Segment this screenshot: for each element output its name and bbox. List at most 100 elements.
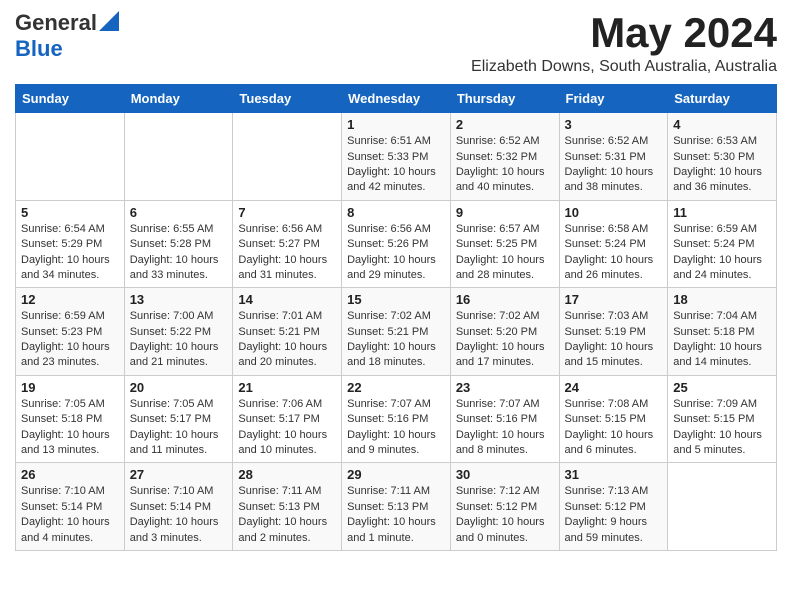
day-number: 19 bbox=[21, 380, 119, 395]
day-cell-20: 20 Sunrise: 7:05 AM Sunset: 5:17 PM Dayli… bbox=[124, 375, 233, 463]
day-number: 8 bbox=[347, 205, 445, 220]
day-number: 2 bbox=[456, 117, 554, 132]
day-info: Sunrise: 6:51 AM Sunset: 5:33 PM Dayligh… bbox=[347, 134, 445, 196]
day-cell-12: 12 Sunrise: 6:59 AM Sunset: 5:23 PM Dayli… bbox=[16, 288, 125, 376]
day-info: Sunrise: 7:03 AM Sunset: 5:19 PM Dayligh… bbox=[565, 309, 663, 371]
day-cell-15: 15Sunrise: 7:02 AM Sunset: 5:21 PM Dayli… bbox=[342, 288, 451, 376]
day-cell-14: 14Sunrise: 7:01 AM Sunset: 5:21 PM Dayli… bbox=[233, 288, 342, 376]
day-number: 4 bbox=[673, 117, 771, 132]
day-number: 13 bbox=[130, 292, 228, 307]
header-day-friday: Friday bbox=[559, 85, 668, 113]
day-cell-23: 23 Sunrise: 7:07 AM Sunset: 5:16 PM Dayli… bbox=[450, 375, 559, 463]
day-cell-19: 19 Sunrise: 7:05 AM Sunset: 5:18 PM Dayli… bbox=[16, 375, 125, 463]
day-number: 11 bbox=[673, 205, 771, 220]
day-cell-31: 31Sunrise: 7:13 AM Sunset: 5:12 PM Dayli… bbox=[559, 463, 668, 551]
logo: General Blue bbox=[15, 10, 119, 62]
day-info: Sunrise: 7:00 AM Sunset: 5:22 PM Dayligh… bbox=[130, 309, 228, 371]
day-cell-1: 1 Sunrise: 6:51 AM Sunset: 5:33 PM Daylig… bbox=[342, 113, 451, 201]
day-number: 24 bbox=[565, 380, 663, 395]
day-info: Sunrise: 7:04 AM Sunset: 5:18 PM Dayligh… bbox=[673, 309, 771, 371]
day-cell-16: 16 Sunrise: 7:02 AM Sunset: 5:20 PM Dayli… bbox=[450, 288, 559, 376]
day-number: 7 bbox=[238, 205, 336, 220]
day-info: Sunrise: 6:56 AM Sunset: 5:27 PM Dayligh… bbox=[238, 222, 336, 284]
week-row-4: 19 Sunrise: 7:05 AM Sunset: 5:18 PM Dayli… bbox=[16, 375, 777, 463]
calendar-table: SundayMondayTuesdayWednesdayThursdayFrid… bbox=[15, 84, 777, 551]
calendar-subtitle: Elizabeth Downs, South Australia, Austra… bbox=[471, 58, 777, 76]
day-info: Sunrise: 6:56 AM Sunset: 5:26 PM Dayligh… bbox=[347, 222, 445, 284]
day-info: Sunrise: 7:06 AM Sunset: 5:17 PM Dayligh… bbox=[238, 397, 336, 459]
day-number: 5 bbox=[21, 205, 119, 220]
day-info: Sunrise: 6:57 AM Sunset: 5:25 PM Dayligh… bbox=[456, 222, 554, 284]
day-number: 9 bbox=[456, 205, 554, 220]
day-cell-24: 24 Sunrise: 7:08 AM Sunset: 5:15 PM Dayli… bbox=[559, 375, 668, 463]
header-day-saturday: Saturday bbox=[668, 85, 777, 113]
day-info: Sunrise: 6:55 AM Sunset: 5:28 PM Dayligh… bbox=[130, 222, 228, 284]
day-info: Sunrise: 7:01 AM Sunset: 5:21 PM Dayligh… bbox=[238, 309, 336, 371]
day-number: 18 bbox=[673, 292, 771, 307]
day-info: Sunrise: 6:52 AM Sunset: 5:32 PM Dayligh… bbox=[456, 134, 554, 196]
day-number: 28 bbox=[238, 467, 336, 482]
day-number: 27 bbox=[130, 467, 228, 482]
day-number: 10 bbox=[565, 205, 663, 220]
day-cell-28: 28 Sunrise: 7:11 AM Sunset: 5:13 PM Dayli… bbox=[233, 463, 342, 551]
day-cell-6: 6 Sunrise: 6:55 AM Sunset: 5:28 PM Daylig… bbox=[124, 200, 233, 288]
day-info: Sunrise: 7:08 AM Sunset: 5:15 PM Dayligh… bbox=[565, 397, 663, 459]
day-cell-10: 10 Sunrise: 6:58 AM Sunset: 5:24 PM Dayli… bbox=[559, 200, 668, 288]
day-number: 21 bbox=[238, 380, 336, 395]
day-number: 25 bbox=[673, 380, 771, 395]
day-cell-9: 9 Sunrise: 6:57 AM Sunset: 5:25 PM Daylig… bbox=[450, 200, 559, 288]
days-header-row: SundayMondayTuesdayWednesdayThursdayFrid… bbox=[16, 85, 777, 113]
day-cell-18: 18 Sunrise: 7:04 AM Sunset: 5:18 PM Dayli… bbox=[668, 288, 777, 376]
day-cell-2: 2 Sunrise: 6:52 AM Sunset: 5:32 PM Daylig… bbox=[450, 113, 559, 201]
day-cell-22: 22Sunrise: 7:07 AM Sunset: 5:16 PM Dayli… bbox=[342, 375, 451, 463]
day-info: Sunrise: 7:05 AM Sunset: 5:17 PM Dayligh… bbox=[130, 397, 228, 459]
week-row-3: 12 Sunrise: 6:59 AM Sunset: 5:23 PM Dayli… bbox=[16, 288, 777, 376]
day-info: Sunrise: 7:05 AM Sunset: 5:18 PM Dayligh… bbox=[21, 397, 119, 459]
day-info: Sunrise: 6:52 AM Sunset: 5:31 PM Dayligh… bbox=[565, 134, 663, 196]
day-number: 15 bbox=[347, 292, 445, 307]
day-info: Sunrise: 7:11 AM Sunset: 5:13 PM Dayligh… bbox=[347, 484, 445, 546]
week-row-1: 1 Sunrise: 6:51 AM Sunset: 5:33 PM Daylig… bbox=[16, 113, 777, 201]
day-info: Sunrise: 6:58 AM Sunset: 5:24 PM Dayligh… bbox=[565, 222, 663, 284]
header-day-tuesday: Tuesday bbox=[233, 85, 342, 113]
day-info: Sunrise: 6:59 AM Sunset: 5:24 PM Dayligh… bbox=[673, 222, 771, 284]
day-info: Sunrise: 7:09 AM Sunset: 5:15 PM Dayligh… bbox=[673, 397, 771, 459]
day-number: 17 bbox=[565, 292, 663, 307]
logo-triangle-icon bbox=[99, 11, 119, 31]
day-cell-5: 5Sunrise: 6:54 AM Sunset: 5:29 PM Daylig… bbox=[16, 200, 125, 288]
day-info: Sunrise: 6:59 AM Sunset: 5:23 PM Dayligh… bbox=[21, 309, 119, 371]
day-cell-7: 7 Sunrise: 6:56 AM Sunset: 5:27 PM Daylig… bbox=[233, 200, 342, 288]
calendar-title: May 2024 bbox=[471, 10, 777, 56]
day-number: 31 bbox=[565, 467, 663, 482]
day-number: 6 bbox=[130, 205, 228, 220]
day-cell-29: 29 Sunrise: 7:11 AM Sunset: 5:13 PM Dayli… bbox=[342, 463, 451, 551]
empty-cell bbox=[668, 463, 777, 551]
day-info: Sunrise: 7:07 AM Sunset: 5:16 PM Dayligh… bbox=[456, 397, 554, 459]
day-cell-25: 25 Sunrise: 7:09 AM Sunset: 5:15 PM Dayli… bbox=[668, 375, 777, 463]
day-number: 23 bbox=[456, 380, 554, 395]
day-number: 29 bbox=[347, 467, 445, 482]
logo-blue: Blue bbox=[15, 36, 63, 62]
day-cell-26: 26 Sunrise: 7:10 AM Sunset: 5:14 PM Dayli… bbox=[16, 463, 125, 551]
week-row-5: 26 Sunrise: 7:10 AM Sunset: 5:14 PM Dayli… bbox=[16, 463, 777, 551]
day-info: Sunrise: 7:07 AM Sunset: 5:16 PM Dayligh… bbox=[347, 397, 445, 459]
day-info: Sunrise: 7:10 AM Sunset: 5:14 PM Dayligh… bbox=[21, 484, 119, 546]
day-info: Sunrise: 6:53 AM Sunset: 5:30 PM Dayligh… bbox=[673, 134, 771, 196]
day-number: 30 bbox=[456, 467, 554, 482]
day-number: 20 bbox=[130, 380, 228, 395]
day-info: Sunrise: 7:11 AM Sunset: 5:13 PM Dayligh… bbox=[238, 484, 336, 546]
day-info: Sunrise: 7:10 AM Sunset: 5:14 PM Dayligh… bbox=[130, 484, 228, 546]
day-number: 16 bbox=[456, 292, 554, 307]
header-day-thursday: Thursday bbox=[450, 85, 559, 113]
logo-general: General bbox=[15, 10, 97, 36]
day-number: 1 bbox=[347, 117, 445, 132]
title-block: May 2024 Elizabeth Downs, South Australi… bbox=[471, 10, 777, 76]
day-number: 3 bbox=[565, 117, 663, 132]
empty-cell bbox=[233, 113, 342, 201]
day-cell-3: 3 Sunrise: 6:52 AM Sunset: 5:31 PM Daylig… bbox=[559, 113, 668, 201]
day-info: Sunrise: 7:02 AM Sunset: 5:20 PM Dayligh… bbox=[456, 309, 554, 371]
page-header: General Blue May 2024 Elizabeth Downs, S… bbox=[15, 10, 777, 76]
day-number: 12 bbox=[21, 292, 119, 307]
day-number: 26 bbox=[21, 467, 119, 482]
day-cell-13: 13 Sunrise: 7:00 AM Sunset: 5:22 PM Dayli… bbox=[124, 288, 233, 376]
